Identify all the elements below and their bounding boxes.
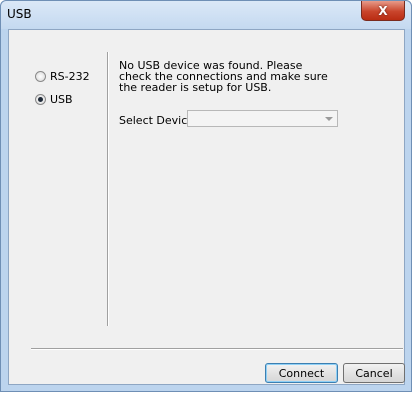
close-button[interactable]: X: [361, 1, 405, 21]
close-icon: X: [378, 3, 388, 18]
radio-button-icon[interactable]: [35, 71, 46, 82]
select-device-dropdown[interactable]: [187, 110, 338, 127]
radio-rs232-label: RS-232: [50, 70, 90, 83]
chevron-down-icon[interactable]: [325, 117, 333, 121]
connect-button[interactable]: Connect: [265, 363, 338, 383]
select-device-label: Select Device:: [119, 114, 198, 127]
dialog-body: RS-232 USB No USB device was found. Plea…: [8, 29, 405, 385]
radio-usb[interactable]: USB: [35, 93, 73, 106]
horizontal-divider: [31, 348, 403, 350]
window-title: USB: [7, 7, 32, 21]
title-bar[interactable]: USB X: [1, 1, 411, 29]
radio-usb-label: USB: [50, 93, 73, 106]
status-message: No USB device was found. Please check th…: [119, 59, 328, 94]
cancel-button[interactable]: Cancel: [343, 363, 405, 383]
vertical-divider: [107, 52, 109, 326]
dialog-window: USB X RS-232 USB No USB device was found…: [0, 0, 412, 392]
radio-rs232[interactable]: RS-232: [35, 70, 90, 83]
radio-button-selected-icon[interactable]: [35, 94, 46, 105]
